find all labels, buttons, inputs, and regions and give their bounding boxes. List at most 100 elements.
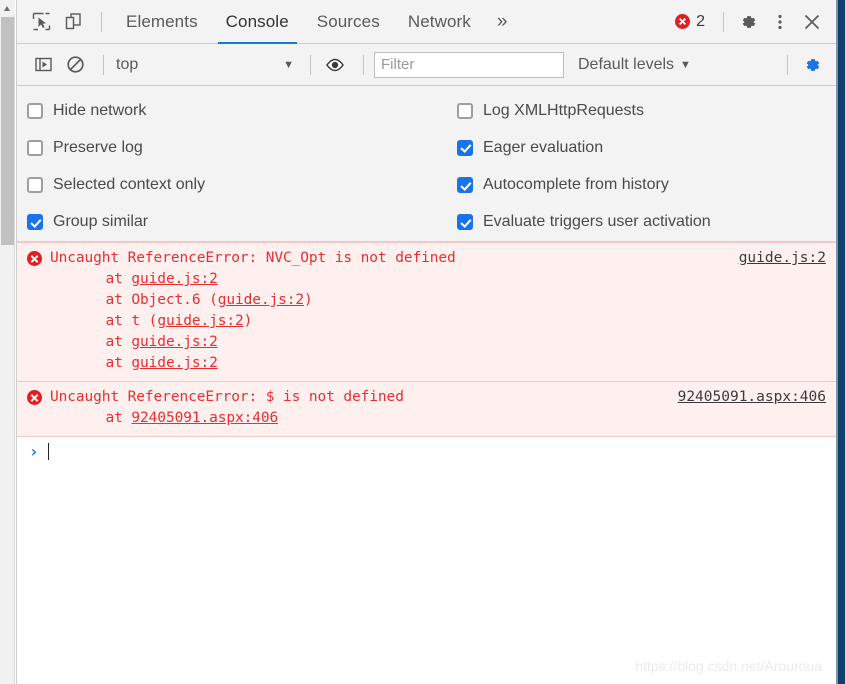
eye-icon[interactable]	[321, 51, 349, 79]
console-filterbar: top ▼ Default levels ▼	[17, 44, 836, 86]
console-message-header: Uncaught ReferenceError: NVC_Opt is not …	[27, 248, 826, 269]
group-similar-label: Group similar	[53, 213, 149, 231]
hide-network-label: Hide network	[53, 101, 147, 119]
hide-network-checkbox[interactable]	[27, 102, 43, 119]
error-circle-icon	[675, 14, 691, 29]
filterbar-divider-3	[363, 54, 364, 75]
settings-column-left: Hide network Preserve log Selected conte…	[17, 92, 445, 241]
log-xmlhttprequests-checkbox[interactable]	[457, 102, 473, 119]
error-count-label: 2	[696, 12, 705, 30]
stack-frame-prefix: at	[71, 271, 132, 287]
devtools-tabbar: Elements Console Sources Network » 2	[17, 0, 836, 44]
eager-evaluation-checkbox[interactable]	[457, 139, 473, 156]
device-toolbar-icon[interactable]	[59, 8, 87, 36]
setting-selected-context-only[interactable]: Selected context only	[27, 167, 445, 204]
stack-frame-prefix: at Object.6 (	[71, 292, 218, 308]
tab-network-label: Network	[407, 11, 471, 31]
more-tabs-chevron-icon[interactable]: »	[485, 0, 520, 44]
preserve-log-checkbox[interactable]	[27, 139, 43, 156]
autocomplete-from-history-label: Autocomplete from history	[483, 176, 669, 194]
setting-group-similar[interactable]: Group similar	[27, 204, 445, 241]
toolbar-divider-2	[723, 11, 724, 32]
kebab-menu-icon[interactable]	[766, 8, 794, 36]
console-message[interactable]: Uncaught ReferenceError: NVC_Opt is not …	[17, 242, 836, 382]
setting-hide-network[interactable]: Hide network	[27, 92, 445, 129]
console-stack-trace: at guide.js:2 at Object.6 (guide.js:2) a…	[27, 269, 826, 374]
prompt-arrow-icon: ›	[29, 441, 39, 461]
console-message-list[interactable]: Uncaught ReferenceError: NVC_Opt is not …	[17, 242, 836, 684]
selected-context-only-checkbox[interactable]	[27, 177, 43, 194]
settings-column-right: Log XMLHttpRequests Eager evaluation Aut…	[445, 92, 836, 241]
evaluate-triggers-user-activation-label: Evaluate triggers user activation	[483, 213, 711, 231]
toolbar-divider	[101, 11, 102, 32]
stack-frame-link[interactable]: guide.js:2	[157, 313, 243, 329]
log-xmlhttprequests-label: Log XMLHttpRequests	[483, 101, 644, 119]
stack-frame-prefix: at	[71, 410, 132, 426]
console-prompt[interactable]: ›	[17, 437, 836, 465]
stack-frame-link[interactable]: guide.js:2	[131, 355, 217, 371]
tab-sources-label: Sources	[316, 11, 380, 31]
tab-console-label: Console	[225, 11, 289, 31]
group-similar-checkbox[interactable]	[27, 214, 43, 231]
console-stack-trace: at 92405091.aspx:406	[27, 408, 826, 429]
clear-console-icon[interactable]	[61, 51, 89, 79]
setting-preserve-log[interactable]: Preserve log	[27, 129, 445, 166]
console-message-source-link[interactable]: guide.js:2	[725, 248, 826, 269]
chevron-down-icon-levels: ▼	[680, 58, 691, 71]
scroll-up-arrow-icon[interactable]	[0, 0, 15, 15]
stack-frame-link[interactable]: guide.js:2	[131, 271, 217, 287]
error-icon	[27, 390, 42, 405]
stack-frame-prefix: at	[71, 334, 132, 350]
stack-frame-link[interactable]: guide.js:2	[131, 334, 217, 350]
devtools-screenshot: Elements Console Sources Network » 2 top…	[0, 0, 845, 684]
gear-icon[interactable]	[734, 8, 762, 36]
error-icon	[27, 251, 42, 266]
setting-log-xmlhttprequests[interactable]: Log XMLHttpRequests	[457, 92, 836, 129]
inspect-cursor-icon[interactable]	[27, 8, 55, 36]
page-scrollbar[interactable]	[0, 0, 15, 684]
eager-evaluation-label: Eager evaluation	[483, 138, 604, 156]
execution-context-select[interactable]: top ▼	[114, 52, 300, 78]
filterbar-divider	[103, 54, 104, 75]
error-count-badge[interactable]: 2	[667, 13, 713, 31]
filterbar-divider-2	[310, 54, 311, 75]
console-message-header: Uncaught ReferenceError: $ is not define…	[27, 387, 826, 408]
setting-evaluate-triggers-user-activation[interactable]: Evaluate triggers user activation	[457, 204, 836, 241]
execution-context-value: top	[116, 55, 139, 73]
stack-frame-link[interactable]: guide.js:2	[218, 292, 304, 308]
stack-frame-suffix: )	[304, 292, 313, 308]
setting-eager-evaluation[interactable]: Eager evaluation	[457, 129, 836, 166]
log-levels-select[interactable]: Default levels ▼	[578, 56, 697, 74]
stack-frame-suffix: )	[243, 313, 253, 329]
console-settings-panel: Hide network Preserve log Selected conte…	[17, 86, 836, 242]
close-icon[interactable]	[798, 8, 826, 36]
setting-autocomplete-from-history[interactable]: Autocomplete from history	[457, 167, 836, 204]
tab-elements-label: Elements	[126, 11, 198, 31]
filter-input[interactable]	[374, 51, 564, 78]
chevron-down-icon: ▼	[283, 58, 294, 71]
preserve-log-label: Preserve log	[53, 138, 143, 156]
devtools-panel: Elements Console Sources Network » 2 top…	[16, 0, 836, 684]
console-message[interactable]: Uncaught ReferenceError: $ is not define…	[17, 382, 836, 437]
console-settings-gear-icon[interactable]	[798, 51, 826, 79]
tab-elements[interactable]: Elements	[112, 0, 212, 44]
console-sidebar-icon[interactable]	[29, 51, 57, 79]
log-levels-label: Default levels	[578, 55, 675, 73]
stack-frame-prefix: at t (	[71, 313, 158, 329]
stack-frame-link[interactable]: 92405091.aspx:406	[131, 410, 278, 426]
tab-network[interactable]: Network	[394, 0, 485, 44]
tab-console[interactable]: Console	[212, 0, 303, 44]
right-edge-strip	[838, 0, 845, 684]
autocomplete-from-history-checkbox[interactable]	[457, 177, 473, 194]
console-message-text: Uncaught ReferenceError: NVC_Opt is not …	[50, 250, 456, 266]
panel-tabs: Elements Console Sources Network »	[112, 0, 519, 44]
watermark-text: https://blog.csdn.net/Arouroua	[635, 658, 822, 674]
scrollbar-thumb[interactable]	[1, 17, 14, 245]
text-caret	[47, 442, 50, 460]
console-message-text: Uncaught ReferenceError: $ is not define…	[50, 389, 404, 405]
filterbar-divider-4	[787, 54, 788, 75]
selected-context-only-label: Selected context only	[53, 176, 206, 194]
tab-sources[interactable]: Sources	[303, 0, 394, 44]
evaluate-triggers-user-activation-checkbox[interactable]	[457, 214, 473, 231]
console-message-source-link[interactable]: 92405091.aspx:406	[664, 387, 826, 408]
